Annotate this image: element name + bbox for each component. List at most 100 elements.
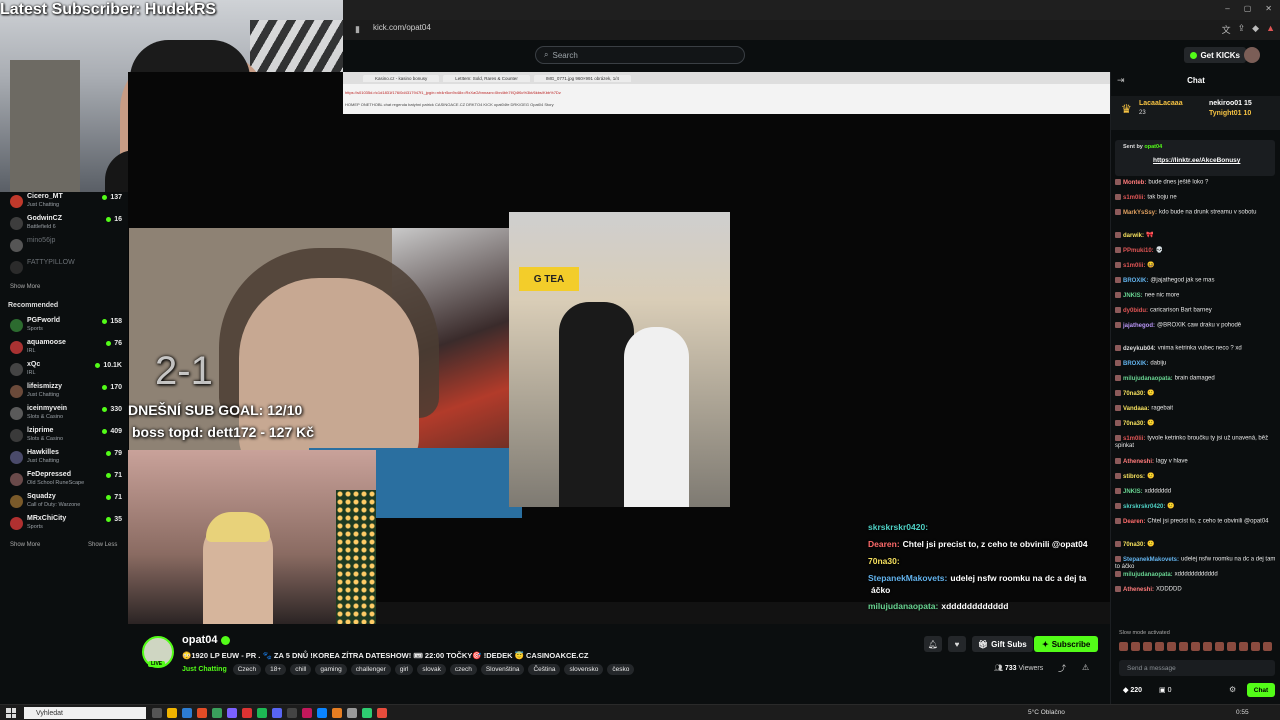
stream-tag[interactable]: Czech [232,664,262,675]
chat-username[interactable]: stibros: [1123,474,1145,480]
close-button[interactable]: ✕ [1265,4,1272,13]
recommended-channel[interactable]: aquamoose IRL 76 [6,338,122,360]
user-badge-icon [1115,209,1121,215]
clock[interactable]: 0:55 [1236,709,1249,716]
chat-username[interactable]: s1m0lii: [1123,195,1145,201]
inner-tab: Kasino.cz - kasino bonusy [363,74,440,82]
recommended-channel[interactable]: lifeismizzy Just Chatting 170 [6,382,122,404]
weather-widget[interactable]: 5°C Oblačno [1028,709,1065,716]
recommended-channel[interactable]: MRxChiCity Sports 35 [6,514,122,536]
stream-tag[interactable]: slovak [417,664,446,675]
recommended-channel[interactable]: lziprime Slots & Casino 409 [6,426,122,448]
chat-send-button[interactable]: Chat [1247,683,1275,697]
top-gifter-3[interactable]: Tynight01 10 [1209,110,1251,117]
chat-settings-icon[interactable]: ⚙ [1229,685,1236,694]
channel-viewers: 170 [102,384,122,391]
following-channel[interactable]: mino56jp [6,236,122,258]
chat-username[interactable]: JNKIS: [1123,489,1143,495]
recommended-channel[interactable]: xQc IRL 10.1K [6,360,122,382]
second-counter[interactable]: ▣ 0 [1159,686,1171,694]
recommended-channel[interactable]: Hawkilles Just Chatting 79 [6,448,122,470]
extension-icon[interactable]: ▲ [1266,23,1275,36]
chat-username[interactable]: skrskrskr0420: [1123,504,1165,510]
category-link[interactable]: Just Chatting [182,666,227,673]
chat-username[interactable]: BROXIK: [1123,278,1148,284]
chat-username[interactable]: darwik: [1123,233,1144,239]
pinned-message: Sent by opat04 https://linktr.ee/AkceBon… [1115,140,1275,176]
video-player[interactable]: Kasino.cz - kasino bonusy LetItem: Sold,… [128,72,1110,624]
chat-username[interactable]: s1m0lii: [1123,436,1145,442]
get-kicks-button[interactable]: Get KICKs [1184,47,1246,63]
streamer-name[interactable]: opat04 [182,634,231,646]
chat-username[interactable]: milujudanaopata: [1123,376,1173,382]
stream-tag[interactable]: česko [607,664,635,675]
url-field[interactable]: kick.com/opat04 [373,23,431,32]
live-dot-icon [95,363,101,368]
show-less-link[interactable]: Show Less [88,542,117,548]
bell-icon[interactable]: 🔔︎ [924,636,942,652]
chat-username[interactable]: milujudanaopata: [1123,572,1173,578]
stream-tag[interactable]: Slovenština [480,664,525,675]
heart-icon[interactable]: ♥ [948,636,966,652]
sidebar: Cicero_MT Just Chatting 137 GodwinCZ Battlef… [0,192,128,704]
share-icon[interactable]: ⇪ [1238,23,1246,36]
windows-start-icon[interactable] [6,708,16,718]
following-channel[interactable]: FATTYPILLOW [6,258,122,280]
stream-tag[interactable]: slovensko [564,664,604,675]
following-channel[interactable]: GodwinCZ Battlefield 6 16 [6,214,122,236]
chat-username[interactable]: BROXIK: [1123,361,1148,367]
chat-username[interactable]: 70na30: [1123,421,1145,427]
top-gifter-1[interactable]: LacaaLacaaa [1139,100,1183,107]
viewer-count: 158 [110,318,122,325]
chat-username[interactable]: dzeykub04: [1123,346,1156,352]
chat-username[interactable]: Dearen: [1123,519,1145,525]
stream-tag[interactable]: 18+ [265,664,287,675]
show-more-recommended-link[interactable]: Show More [10,542,40,548]
chat-username[interactable]: Atheneshi: [1123,459,1154,465]
chat-username[interactable]: MarkYsSsy: [1123,210,1157,216]
report-icon[interactable]: ⚠ [1082,663,1089,672]
search-input[interactable]: ⌕ Search [535,46,745,64]
chat-username[interactable]: Atheneshi: [1123,587,1154,593]
chat-username[interactable]: 70na30: [1123,542,1145,548]
show-more-following-link[interactable]: Show More [10,284,40,290]
recommended-channel[interactable]: FeDepressed Old School RuneScape 71 [6,470,122,492]
chat-username[interactable]: dy0bidu: [1123,308,1148,314]
stream-tag[interactable]: gaming [315,664,347,675]
stream-tag[interactable]: challenger [350,664,391,675]
recommended-channel[interactable]: PGFworld Sports 158 [6,316,122,338]
following-channel[interactable]: Cicero_MT Just Chatting 137 [6,192,122,214]
stream-tag[interactable]: czech [449,664,477,675]
chat-username[interactable]: StepanekMakovets: [1123,557,1179,563]
chat-text: 💀 [1155,247,1164,254]
emote-bar[interactable] [1119,642,1272,651]
chat-username[interactable]: jajathegod: [1123,323,1155,329]
chat-username[interactable]: Monteb: [1123,180,1146,186]
subscribe-button[interactable]: ✦ Subscribe [1034,636,1099,652]
shield-icon[interactable]: ◆ [1252,23,1259,36]
channel-name: MRxChiCity [27,515,67,522]
chat-username[interactable]: PPmuki10: [1123,248,1154,254]
top-gifter-2[interactable]: nekiroo01 15 [1209,100,1252,107]
chat-username[interactable]: s1m0lii: [1123,263,1145,269]
channel-points[interactable]: ◆ 220 [1123,686,1142,694]
recommended-channel[interactable]: iceinmyvein Slots & Casino 330 [6,404,122,426]
taskbar-search[interactable]: Vyhledat [24,707,146,719]
pinned-link[interactable]: https://linktr.ee/AkceBonusy [1153,157,1240,164]
share-icon[interactable]: ⤴ [1058,663,1066,674]
translate-icon[interactable]: 文 [1222,23,1231,36]
stream-tag[interactable]: girl [394,664,414,675]
chat-username[interactable]: 70na30: [1123,391,1145,397]
bookmark-icon[interactable]: ▮ [355,24,360,35]
maximize-button[interactable]: ▢ [1244,4,1252,13]
user-avatar[interactable] [1244,47,1260,63]
stream-tag[interactable]: chill [290,664,312,675]
chat-username[interactable]: Vandaaa: [1123,406,1149,412]
minimize-button[interactable]: – [1225,4,1229,13]
stream-tag[interactable]: Čeština [528,664,561,675]
chat-input[interactable]: Send a message [1119,660,1275,676]
recommended-channel[interactable]: Squadzy Call of Duty: Warzone 71 [6,492,122,514]
chat-username[interactable]: JNKIS: [1123,293,1143,299]
channel-name: Squadzy [27,493,56,500]
gift-subs-button[interactable]: 🎁︎ Gift Subs [972,636,1033,652]
